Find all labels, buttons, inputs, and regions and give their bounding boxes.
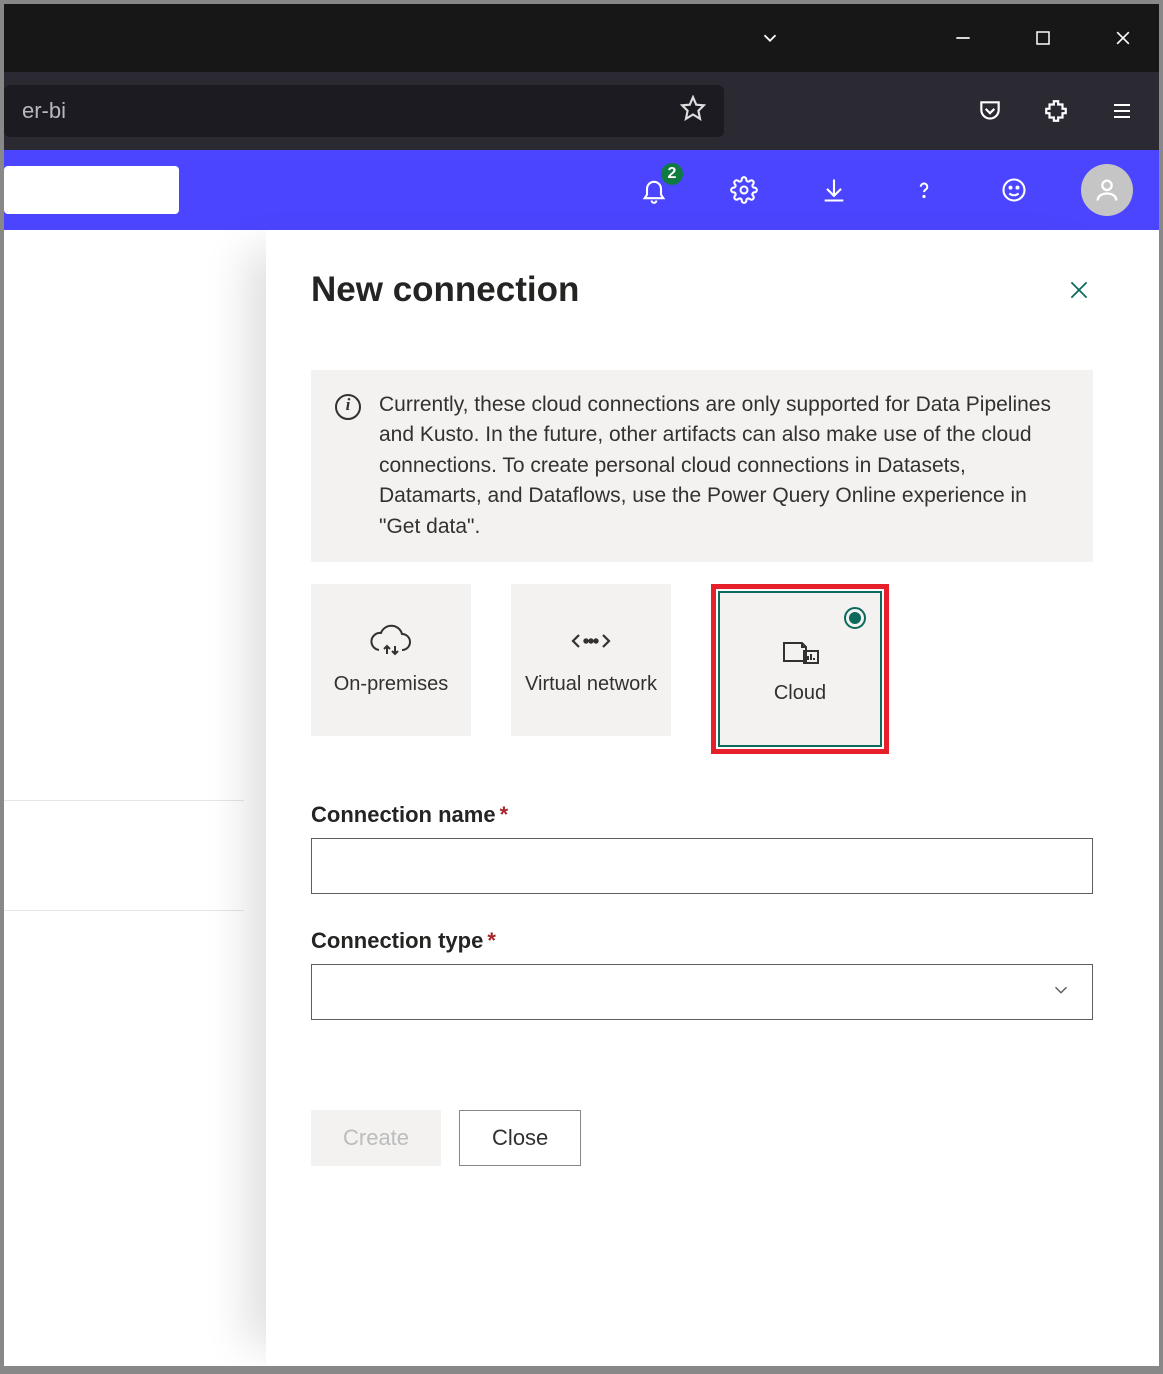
app-logo[interactable]: [4, 166, 179, 214]
tile-virtual-network[interactable]: Virtual network: [511, 584, 671, 736]
cloud-report-icon: [778, 633, 822, 667]
chevron-down-icon: [1050, 979, 1072, 1006]
download-icon[interactable]: [811, 167, 857, 213]
new-connection-panel: New connection Currently, these cloud co…: [266, 230, 1129, 1366]
tile-cloud-highlight: Cloud: [711, 584, 889, 754]
browser-titlebar: [4, 4, 1159, 72]
connection-name-input[interactable]: [311, 838, 1093, 894]
tile-label: Cloud: [774, 681, 826, 706]
panel-footer-buttons: Create Close: [311, 1110, 1093, 1166]
window-minimize-button[interactable]: [937, 18, 989, 58]
help-icon[interactable]: [901, 167, 947, 213]
tile-label: Virtual network: [525, 672, 657, 697]
notification-badge: 2: [659, 161, 685, 187]
notifications-button[interactable]: 2: [631, 167, 677, 213]
info-banner: Currently, these cloud connections are o…: [311, 370, 1093, 562]
extensions-icon[interactable]: [1039, 94, 1073, 128]
background-divider: [4, 910, 244, 911]
bookmark-star-icon[interactable]: [680, 95, 706, 127]
tile-cloud[interactable]: Cloud: [720, 593, 880, 745]
connection-type-select[interactable]: [311, 964, 1093, 1020]
address-bar[interactable]: er-bi: [4, 85, 724, 137]
background-divider: [4, 800, 244, 801]
account-avatar[interactable]: [1081, 164, 1133, 216]
window-maximize-button[interactable]: [1017, 18, 1069, 58]
settings-gear-icon[interactable]: [721, 167, 767, 213]
url-text: er-bi: [22, 98, 66, 124]
tile-label: On-premises: [334, 672, 448, 697]
create-button[interactable]: Create: [311, 1110, 441, 1166]
app-menu-icon[interactable]: [1105, 94, 1139, 128]
feedback-smiley-icon[interactable]: [991, 167, 1037, 213]
panel-title: New connection: [311, 270, 579, 310]
app-header: 2: [4, 150, 1159, 230]
selected-indicator-icon: [844, 607, 866, 629]
connection-type-label: Connection type*: [311, 928, 1093, 954]
info-icon: [335, 394, 361, 420]
tile-on-premises[interactable]: On-premises: [311, 584, 471, 736]
connection-name-label: Connection name*: [311, 802, 1093, 828]
pocket-icon[interactable]: [973, 94, 1007, 128]
connection-type-tiles: On-premises Virtual network Cloud: [311, 584, 1093, 754]
window-close-button[interactable]: [1097, 18, 1149, 58]
browser-toolbar: er-bi: [4, 72, 1159, 150]
cloud-sync-icon: [369, 624, 413, 658]
close-button[interactable]: Close: [459, 1110, 581, 1166]
tabs-dropdown-button[interactable]: [744, 18, 796, 58]
panel-close-button[interactable]: [1065, 276, 1093, 304]
network-icon: [569, 624, 613, 658]
info-text: Currently, these cloud connections are o…: [379, 390, 1069, 542]
